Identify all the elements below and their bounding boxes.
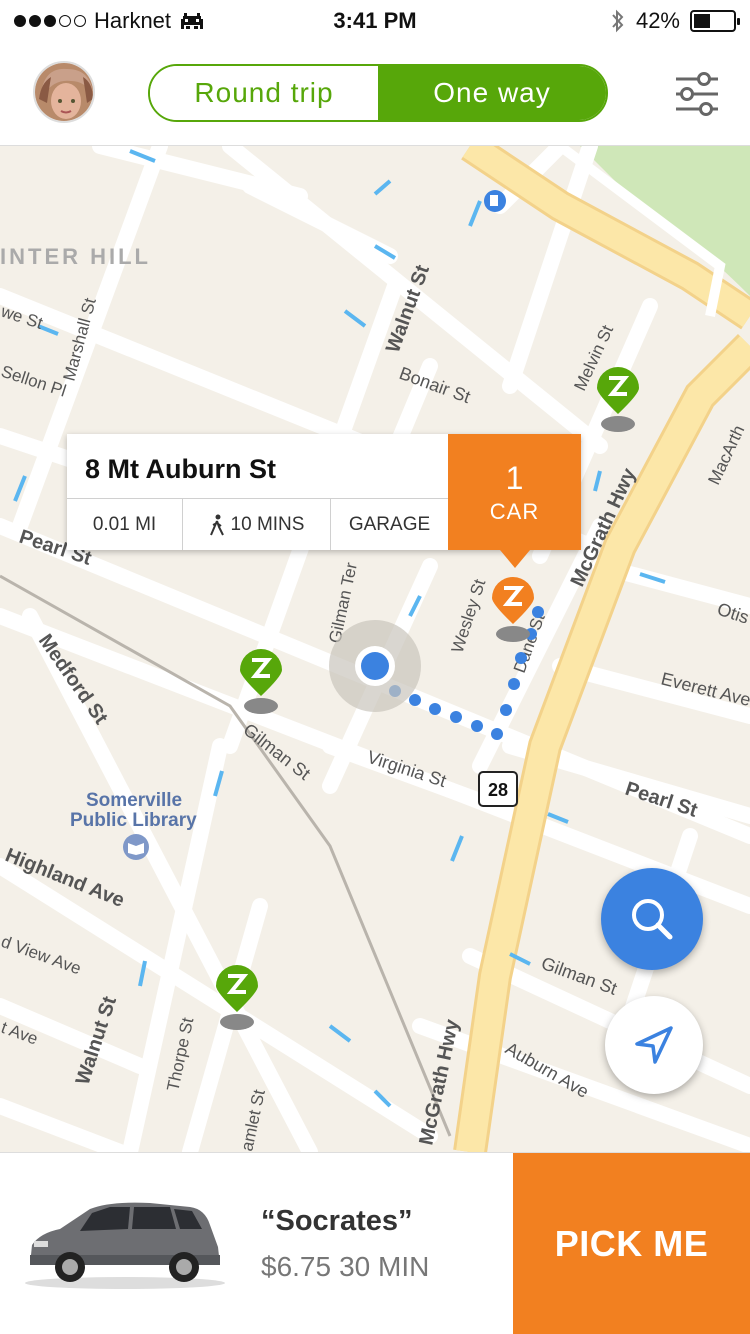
- car-price: $6.75: [261, 1251, 332, 1282]
- locate-me-button[interactable]: [605, 996, 703, 1094]
- svg-text:28: 28: [488, 780, 508, 800]
- walk-time-text: 10 MINS: [230, 513, 305, 535]
- avatar[interactable]: [33, 61, 95, 123]
- pick-me-button[interactable]: PICK ME: [513, 1153, 750, 1334]
- thorpe-st-label: Thorpe St: [163, 1016, 197, 1093]
- view-ave-label: d View Ave: [0, 932, 84, 978]
- library-icon: [123, 834, 149, 860]
- popup-walk-time: 10 MINS: [183, 499, 331, 550]
- status-right: 42%: [610, 8, 740, 34]
- map-view[interactable]: INTER HILL Walnut St Marshall St Bonair …: [0, 146, 750, 1152]
- popup-address: 8 Mt Auburn St: [85, 454, 276, 484]
- trip-type-toggle: Round trip One way: [148, 64, 608, 122]
- walking-person-icon: [209, 514, 224, 535]
- auburn-ave-label: Auburn Ave: [502, 1038, 592, 1102]
- battery-icon: [690, 10, 740, 32]
- location-popup[interactable]: 8 Mt Auburn St 0.01 MI 10 MINS GARAGE 1 …: [67, 434, 581, 568]
- zipcar-marker-selected[interactable]: [488, 574, 538, 644]
- car-selection-panel: “Socrates” $6.75 30 MIN PICK ME: [0, 1152, 750, 1334]
- app-header: Round trip One way: [0, 42, 750, 146]
- sellon-pl-label: Sellon Pl: [0, 362, 68, 401]
- car-duration: 30 MIN: [339, 1251, 430, 1282]
- one-way-tab[interactable]: One way: [378, 66, 606, 120]
- popup-distance: 0.01 MI: [67, 499, 183, 550]
- bluetooth-icon: [612, 9, 624, 33]
- popup-car-count-badge[interactable]: 1 CAR: [448, 434, 581, 550]
- search-button[interactable]: [601, 868, 703, 970]
- library-label-line1: Somerville: [86, 790, 182, 811]
- popup-location-type: GARAGE: [348, 513, 431, 535]
- battery-percent: 42%: [635, 8, 680, 33]
- round-trip-tab[interactable]: Round trip: [150, 66, 378, 120]
- car-count: 1: [505, 460, 524, 496]
- status-bar: Harknet 3:41 PM 42%: [0, 0, 750, 42]
- car-price-duration: $6.75 30 MIN: [261, 1251, 429, 1283]
- zipcar-marker[interactable]: [236, 646, 286, 716]
- hamlet-st-label: amlet St: [237, 1088, 269, 1152]
- zipcar-marker[interactable]: [212, 962, 262, 1032]
- wesley-st-label: Wesley St: [448, 577, 490, 656]
- current-location-marker: [329, 620, 421, 712]
- magnifier-icon: [632, 899, 673, 940]
- macarthur-label: MacArth: [704, 422, 748, 487]
- popup-details: 0.01 MI 10 MINS GARAGE: [67, 498, 448, 550]
- car-count-label: CAR: [489, 499, 540, 524]
- navigation-arrow-icon: [635, 1026, 673, 1064]
- library-label-line2: Public Library: [70, 810, 197, 831]
- sliders-icon[interactable]: [672, 70, 722, 118]
- battery-level: [694, 14, 710, 28]
- gas-station-icon: [484, 190, 506, 212]
- zipcar-marker[interactable]: [593, 364, 643, 434]
- car-name: “Socrates”: [261, 1205, 413, 1237]
- route-28-shield: 28: [478, 771, 518, 807]
- neighborhood-label: INTER HILL: [0, 244, 151, 269]
- car-image: [25, 1202, 225, 1289]
- popup-pointer: [500, 550, 530, 568]
- virginia-st-label: Virginia St: [365, 747, 449, 791]
